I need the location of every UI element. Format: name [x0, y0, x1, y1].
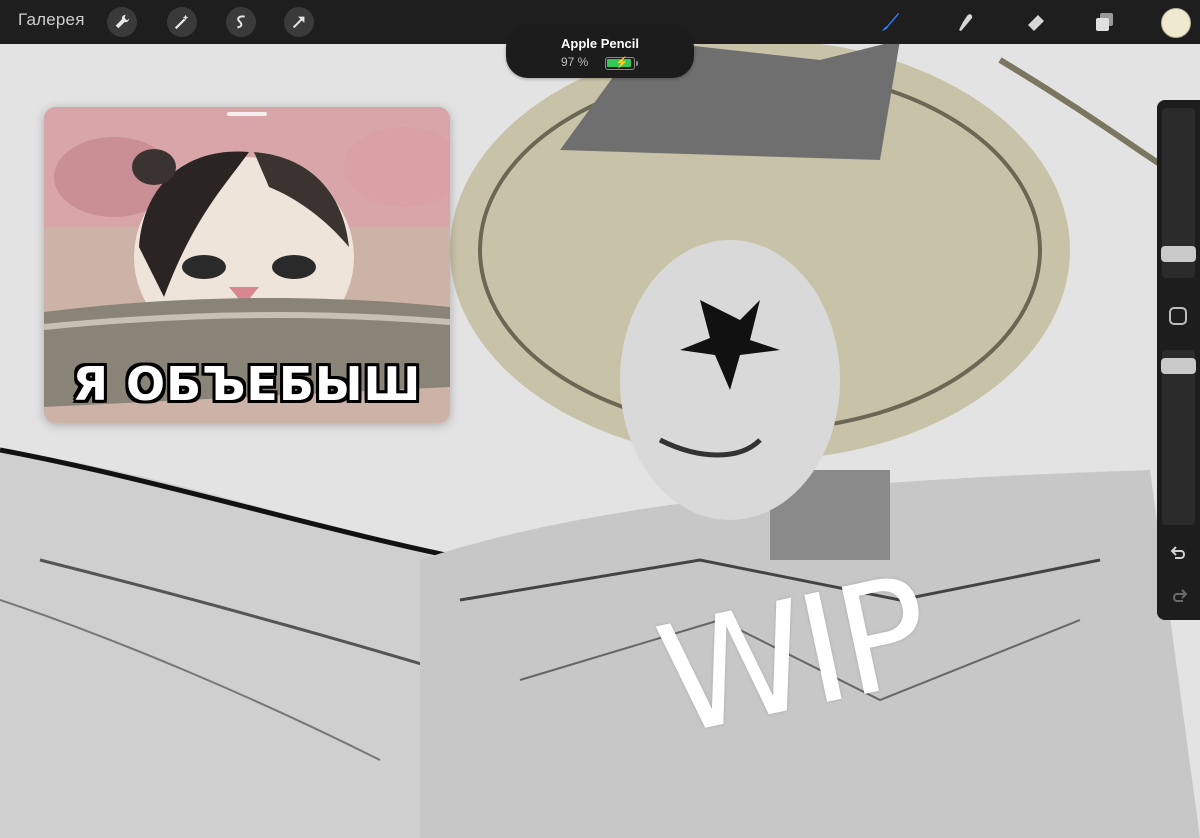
brush-icon[interactable]	[876, 8, 904, 36]
brush-size-slider[interactable]	[1161, 108, 1196, 278]
opacity-thumb[interactable]	[1161, 358, 1196, 374]
selection-icon[interactable]	[226, 7, 256, 37]
smudge-icon[interactable]	[951, 8, 979, 36]
gallery-button[interactable]: Галерея	[18, 10, 85, 30]
color-picker-swatch[interactable]	[1161, 8, 1191, 38]
battery-icon: ⚡	[605, 57, 635, 70]
undo-icon[interactable]	[1168, 542, 1190, 564]
magic-wand-icon[interactable]	[167, 7, 197, 37]
square-icon[interactable]	[1169, 307, 1187, 325]
brush-size-thumb[interactable]	[1161, 246, 1196, 262]
eraser-icon[interactable]	[1022, 8, 1050, 36]
battery-tip	[636, 61, 638, 66]
pencil-battery-percent: 97 %	[561, 55, 589, 69]
redo-icon[interactable]	[1168, 585, 1190, 607]
pip-caption: Я ОБЪЕБЫШ	[72, 357, 422, 411]
opacity-slider[interactable]	[1161, 350, 1196, 525]
pencil-device-name: Apple Pencil	[560, 36, 640, 51]
pip-video-window[interactable]: Я ОБЪЕБЫШ	[44, 107, 450, 423]
pip-drag-handle[interactable]	[227, 112, 267, 116]
right-sidebar	[1157, 100, 1200, 620]
wrench-icon[interactable]	[107, 7, 137, 37]
pencil-status-pill: Apple Pencil 97 % ⚡	[506, 26, 694, 78]
transform-arrow-icon[interactable]	[284, 7, 314, 37]
layers-icon[interactable]	[1091, 8, 1119, 36]
